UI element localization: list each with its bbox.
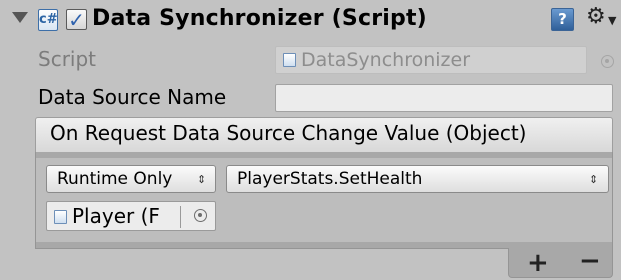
script-field-value: DataSynchronizer bbox=[301, 49, 471, 71]
script-icon: c# bbox=[38, 9, 58, 31]
function-value: PlayerStats.SetHealth bbox=[237, 169, 423, 189]
call-state-dropdown[interactable]: Runtime Only ⇕ bbox=[46, 165, 216, 193]
call-state-value: Runtime Only bbox=[57, 169, 173, 189]
add-listener-button[interactable]: + bbox=[527, 248, 549, 278]
target-object-value: Player (F bbox=[72, 204, 160, 228]
script-icon bbox=[54, 210, 67, 224]
data-source-name-label: Data Source Name bbox=[38, 85, 227, 109]
gear-icon[interactable]: ⚙ bbox=[586, 5, 606, 29]
component-title[interactable]: Data Synchronizer (Script) bbox=[92, 6, 427, 31]
object-picker-icon[interactable] bbox=[194, 209, 207, 222]
function-dropdown[interactable]: PlayerStats.SetHealth ⇕ bbox=[226, 165, 609, 193]
component-enabled-checkbox[interactable]: ✓ bbox=[66, 9, 87, 30]
object-picker-icon bbox=[601, 55, 614, 68]
remove-listener-button[interactable]: − bbox=[579, 246, 601, 276]
target-object-field[interactable]: Player (F bbox=[46, 201, 216, 231]
script-label: Script bbox=[38, 47, 97, 71]
script-field: DataSynchronizer bbox=[275, 46, 587, 74]
field-divider bbox=[180, 206, 181, 228]
script-icon bbox=[283, 53, 296, 67]
dropdown-arrow-icon: ⇕ bbox=[197, 173, 207, 186]
gear-menu-caret-icon[interactable]: ▼ bbox=[608, 14, 616, 27]
event-title: On Request Data Source Change Value (Obj… bbox=[50, 121, 527, 145]
data-source-name-input[interactable] bbox=[275, 84, 613, 112]
foldout-arrow-icon[interactable] bbox=[12, 12, 28, 23]
dropdown-arrow-icon: ⇕ bbox=[589, 173, 599, 186]
help-icon[interactable]: ? bbox=[551, 8, 574, 31]
